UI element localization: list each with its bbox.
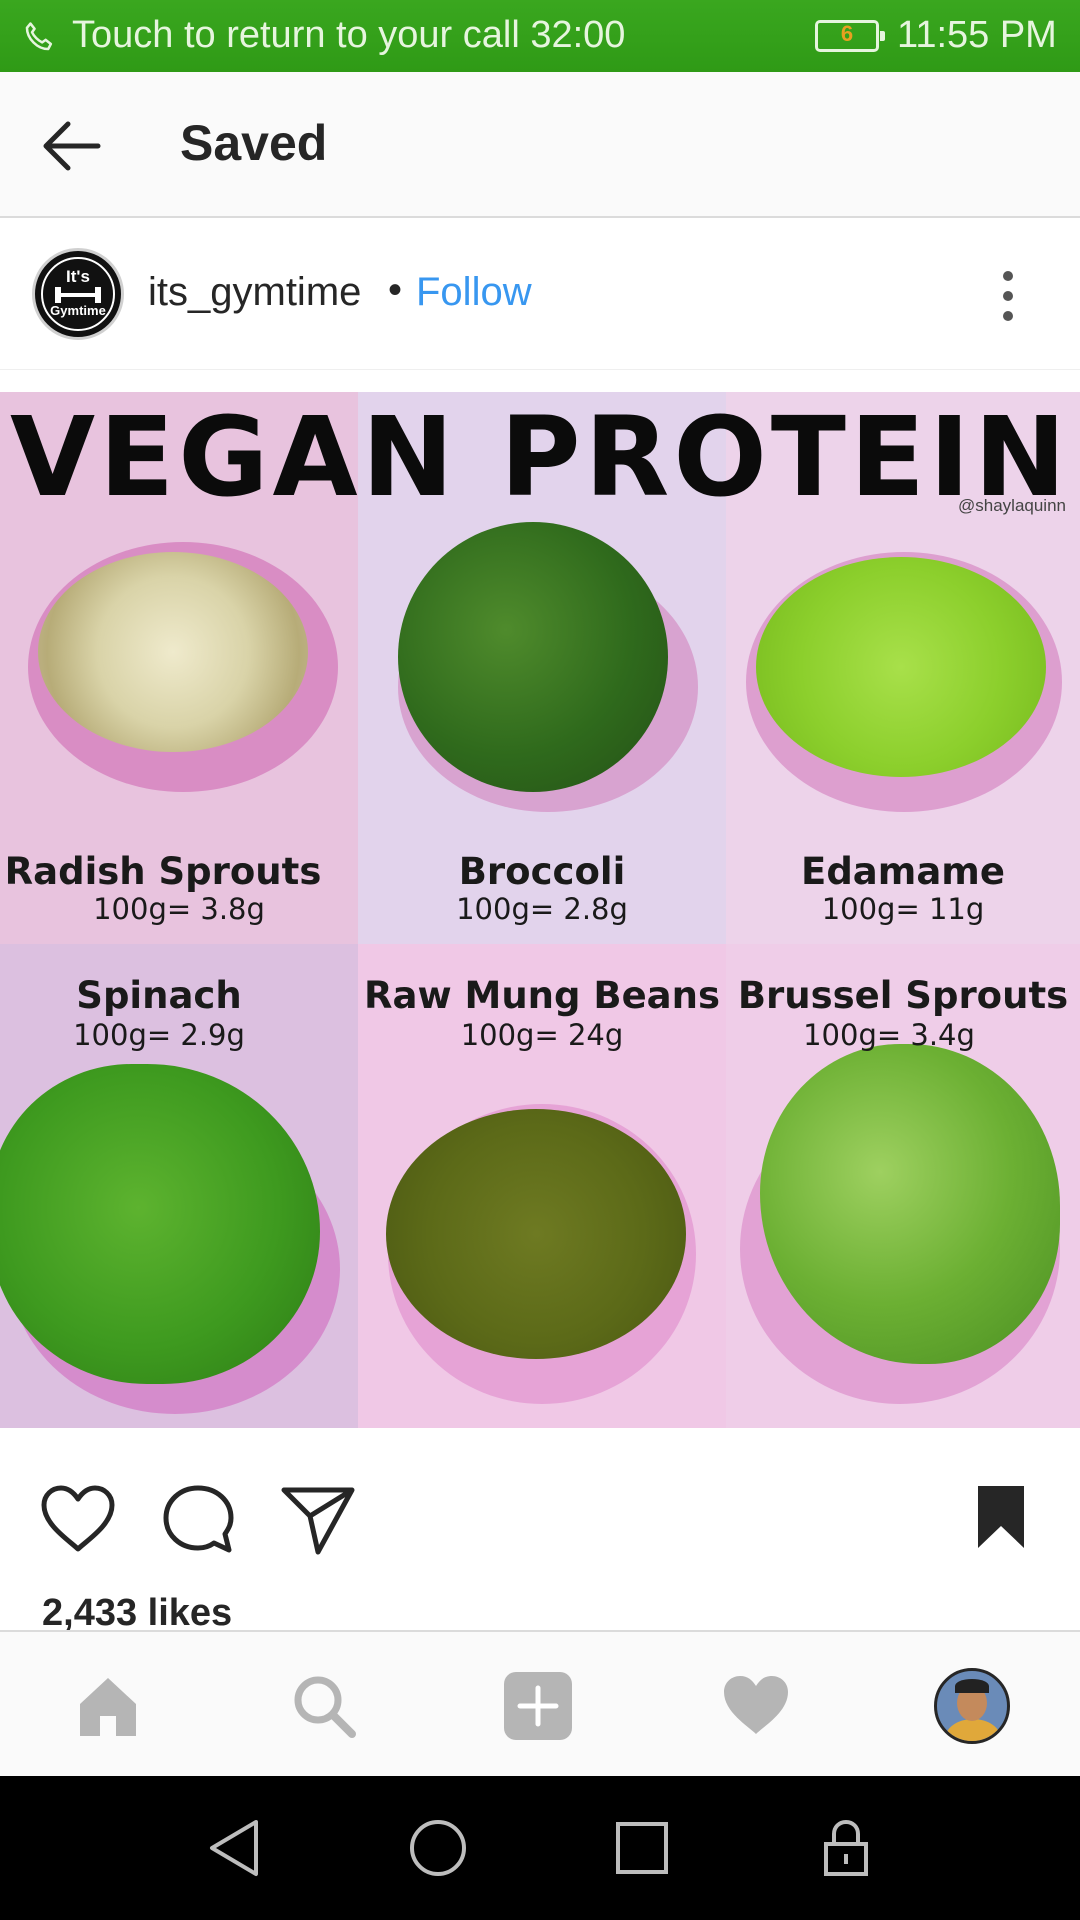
avatar-logo-text: It's	[66, 267, 90, 286]
avatar-hair	[955, 1679, 989, 1693]
clock: 11:55 PM	[897, 14, 1057, 56]
share-icon[interactable]	[280, 1484, 356, 1556]
phone-icon	[25, 22, 53, 51]
food-tile-spinach: Spinach 100g= 2.9g	[0, 944, 358, 1428]
food-tile-brussel-sprouts: Brussel Sprouts 100g= 3.4g	[726, 944, 1080, 1428]
post-username[interactable]: its_gymtime	[148, 270, 361, 315]
page-title: Saved	[180, 115, 328, 171]
home-icon[interactable]	[72, 1670, 144, 1742]
avatar-figure	[945, 1719, 1001, 1741]
image-headline: VEGAN PROTEIN	[9, 393, 1071, 521]
call-timer: 32:00	[530, 14, 626, 56]
post-image[interactable]: VEGAN PROTEIN @shaylaquinn Radish Sprout…	[0, 392, 1080, 1428]
more-options-icon[interactable]	[994, 268, 1022, 324]
follow-button[interactable]: Follow	[416, 270, 532, 315]
add-post-icon[interactable]	[502, 1670, 574, 1742]
recents-square-icon[interactable]	[614, 1818, 670, 1878]
protein-amount: 100g= 2.8g	[456, 892, 628, 926]
edamame-image	[756, 557, 1046, 777]
activity-heart-icon[interactable]	[720, 1670, 792, 1742]
top-app-bar: Saved	[0, 72, 1080, 218]
post-header: It's Gymtime its_gymtime • Follow	[0, 220, 1080, 370]
post-actions	[0, 1460, 1080, 1570]
protein-amount: 100g= 24g	[460, 1018, 624, 1052]
search-icon[interactable]	[288, 1670, 360, 1742]
status-bar[interactable]: Touch to return to your call 32:00 6 11:…	[0, 0, 1080, 72]
food-name: Brussel Sprouts	[737, 974, 1069, 1017]
back-triangle-icon[interactable]	[206, 1818, 262, 1878]
heart-icon[interactable]	[40, 1485, 116, 1553]
account-avatar[interactable]: It's Gymtime	[32, 248, 124, 340]
image-credit: @shaylaquinn	[958, 496, 1066, 515]
dumbbell-icon	[55, 287, 101, 303]
avatar-logo-subtext: Gymtime	[50, 303, 106, 318]
food-name: Raw Mung Beans	[363, 974, 721, 1017]
battery-icon: 6	[815, 20, 885, 52]
sprouts-image	[38, 552, 308, 752]
return-to-call-text[interactable]: Touch to return to your call 32:00	[72, 14, 625, 57]
spinach-image	[0, 1064, 320, 1384]
bottom-navigation	[0, 1630, 1080, 1776]
food-name: Spinach	[76, 974, 242, 1017]
protein-amount: 100g= 3.4g	[803, 1018, 975, 1052]
bookmark-icon[interactable]	[976, 1484, 1026, 1550]
food-name: Broccoli	[458, 850, 626, 893]
system-navigation-bar	[0, 1776, 1080, 1920]
separator-dot: •	[388, 268, 403, 312]
lock-icon[interactable]	[822, 1818, 870, 1878]
protein-amount: 100g= 2.9g	[73, 1018, 245, 1052]
mung-beans-image	[386, 1109, 686, 1359]
back-arrow-icon[interactable]	[40, 116, 104, 176]
home-circle-icon[interactable]	[408, 1818, 468, 1878]
food-tile-raw-mung-beans: Raw Mung Beans 100g= 24g	[358, 944, 726, 1428]
protein-amount: 100g= 3.8g	[93, 892, 265, 926]
protein-amount: 100g= 11g	[821, 892, 985, 926]
comment-icon[interactable]	[162, 1484, 234, 1556]
battery-level: 6	[840, 21, 854, 46]
food-name: Edamame	[801, 850, 1005, 893]
broccoli-image	[398, 522, 668, 792]
profile-avatar[interactable]	[934, 1668, 1010, 1744]
food-name: Radish Sprouts	[4, 850, 322, 893]
likes-count[interactable]: 2,433 likes	[42, 1592, 232, 1635]
